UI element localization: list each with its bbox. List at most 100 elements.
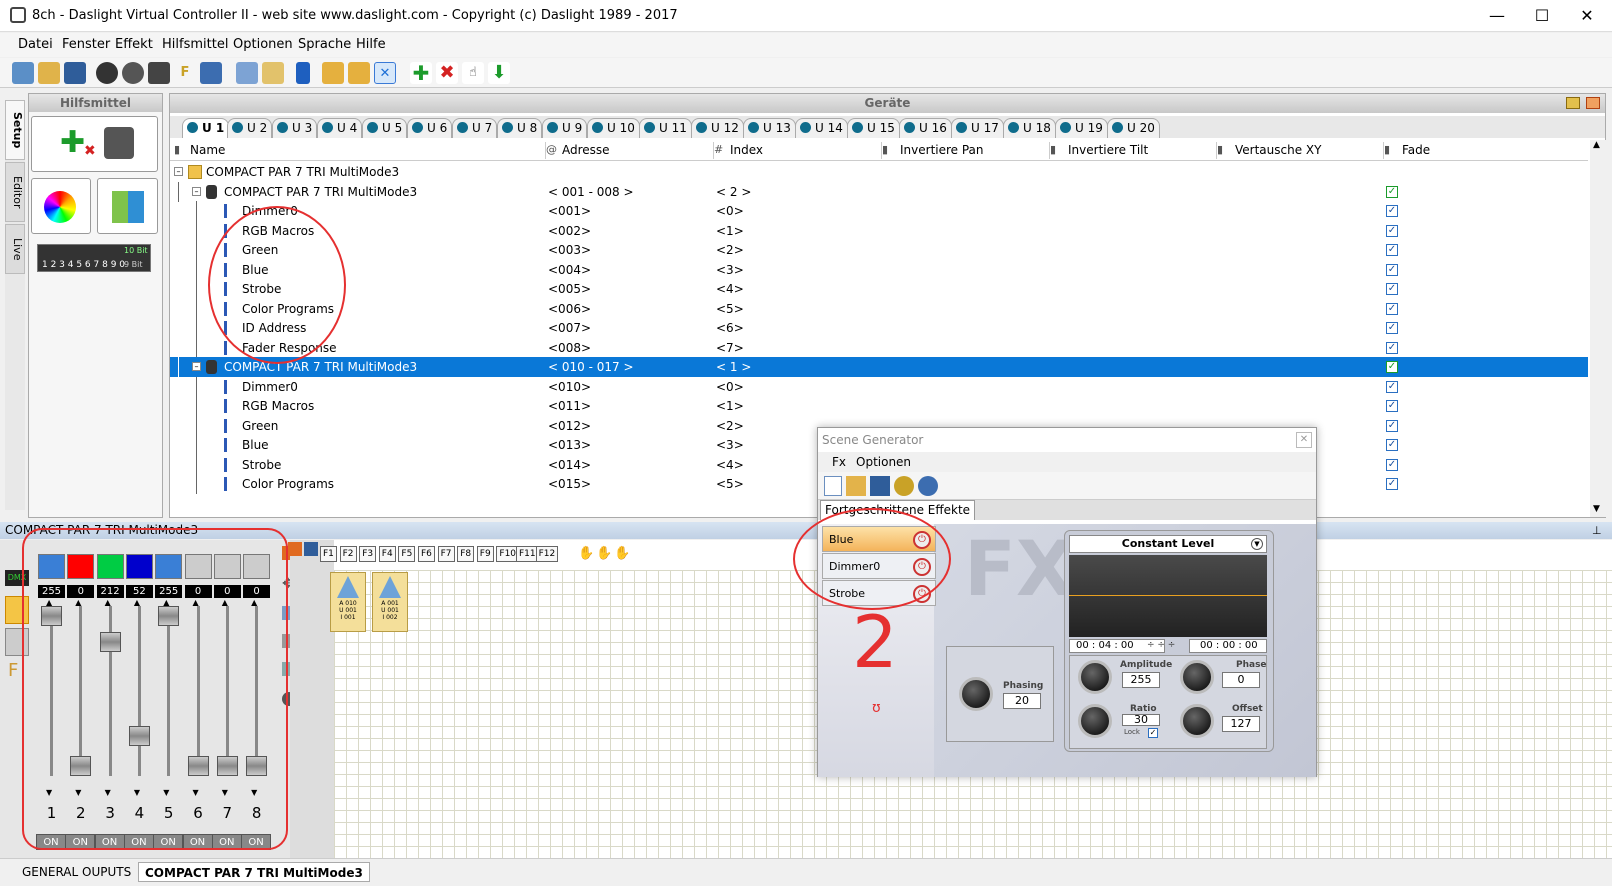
fixture-tool-button[interactable]: ✚ ✖ (31, 116, 158, 172)
save-icon[interactable] (64, 62, 86, 84)
universe-tab[interactable]: U 17 (951, 118, 1004, 138)
fx-icon[interactable]: F (174, 62, 196, 84)
download-icon[interactable] (348, 62, 370, 84)
column-header-6[interactable]: Fade (1402, 143, 1430, 157)
function-key[interactable]: F12 (535, 546, 559, 562)
amplitude-value[interactable]: 255 (1122, 672, 1160, 688)
universe-tab[interactable]: U 4 (317, 118, 363, 138)
menu-datei[interactable]: Datei (18, 37, 53, 52)
table-row[interactable]: Blue <004> <3> ✓ (170, 259, 1588, 280)
add-icon[interactable]: ✚ (410, 62, 432, 84)
table-row[interactable]: RGB Macros <002> <1> ✓ (170, 220, 1588, 241)
universe-tab[interactable]: U 14 (795, 118, 848, 138)
universe-tab[interactable]: U 2 (227, 118, 273, 138)
function-key[interactable]: F2 (339, 546, 357, 562)
column-header-3[interactable]: Invertiere Pan (900, 143, 984, 157)
hand-icon[interactable]: ☝ (462, 62, 484, 84)
universe-tab[interactable]: U 3 (272, 118, 318, 138)
menu-sprache[interactable]: Sprache (298, 37, 351, 52)
tiles-button[interactable] (97, 178, 158, 234)
fade-checkbox[interactable]: ✓ (1386, 419, 1398, 432)
layout-icon[interactable] (236, 62, 258, 84)
patch-icon[interactable]: ✕ (374, 62, 396, 84)
function-key[interactable]: F6 (418, 546, 435, 562)
universe-tab[interactable]: U 20 (1107, 118, 1160, 138)
tab-editor[interactable]: Editor (5, 162, 25, 222)
fade-checkbox[interactable]: ✓ (1386, 263, 1398, 276)
table-row[interactable]: Color Programs <006> <5> ✓ (170, 298, 1588, 319)
collapse-icon[interactable]: – (174, 167, 183, 176)
monitor-icon[interactable] (200, 62, 222, 84)
scene-generator-close-icon[interactable]: ✕ (1296, 432, 1312, 448)
phasing-value[interactable]: 20 (1003, 693, 1041, 709)
fade-checkbox[interactable]: ✓ (1386, 341, 1398, 354)
function-key[interactable]: F5 (398, 546, 416, 562)
minimize-button[interactable]: — (1477, 4, 1517, 28)
fade-checkbox[interactable]: ✓ (1386, 458, 1398, 471)
pin-icon[interactable]: ⊥ (1592, 522, 1602, 539)
scene-tile[interactable]: A 010 U 001 I 001 (330, 572, 366, 632)
universe-tab[interactable]: U 1 (182, 118, 230, 138)
sg-save-icon[interactable] (870, 476, 890, 496)
sg-menu-optionen[interactable]: Optionen (856, 452, 911, 472)
ratio-value[interactable]: 30 (1122, 714, 1160, 726)
function-key[interactable]: F3 (359, 546, 377, 562)
menu-effekt[interactable]: Effekt (115, 37, 153, 52)
menu-hilfe[interactable]: Hilfe (356, 37, 386, 52)
sg-new-icon[interactable] (824, 476, 842, 496)
collapse-icon[interactable]: – (192, 362, 201, 371)
universe-tab[interactable]: U 19 (1055, 118, 1108, 138)
tab-general-outputs[interactable]: GENERAL OUPUTS (16, 862, 137, 882)
offset-knob[interactable] (1180, 704, 1214, 738)
fade-checkbox[interactable]: ✓ (1386, 380, 1398, 393)
fade-checkbox[interactable]: ✓ (1386, 205, 1398, 217)
remove-universe-icon[interactable] (1586, 97, 1600, 109)
column-header-0[interactable]: Name (190, 143, 225, 157)
phasing-knob[interactable] (959, 677, 993, 711)
universe-tab[interactable]: U 13 (743, 118, 796, 138)
phase-knob[interactable] (1180, 660, 1214, 694)
table-row[interactable]: Dimmer0 <001> <0> ✓ (170, 201, 1588, 221)
fx-view-icon[interactable]: F (8, 660, 18, 681)
scroll-down-icon[interactable]: ▼ (1593, 504, 1600, 514)
delete-icon[interactable]: ✖ (436, 62, 458, 84)
table-row[interactable]: Fader Response <008> <7> ✓ (170, 337, 1588, 358)
sg-bulb-icon[interactable] (894, 476, 914, 496)
fade-checkbox[interactable]: ✓ (1386, 302, 1398, 315)
universe-tab[interactable]: U 12 (691, 118, 744, 138)
table-row[interactable]: ID Address <007> <6> ✓ (170, 318, 1588, 338)
function-key[interactable]: F4 (378, 546, 396, 562)
universe-tab[interactable]: U 9 (542, 118, 588, 138)
tab-live[interactable]: Live (5, 224, 25, 274)
universe-tab[interactable]: U 15 (847, 118, 900, 138)
sg-menu-fx[interactable]: Fx (832, 452, 846, 472)
universe-tab[interactable]: U 16 (899, 118, 952, 138)
offset-value[interactable]: 127 (1222, 716, 1260, 732)
column-header-1[interactable]: Adresse (562, 143, 610, 157)
amplitude-knob[interactable] (1078, 660, 1112, 694)
tab-fixture[interactable]: COMPACT PAR 7 TRI MultiMode3 (138, 862, 370, 882)
sg-open-icon[interactable] (846, 476, 866, 496)
fade-checkbox[interactable]: ✓ (1386, 322, 1398, 334)
fade-checkbox[interactable]: ✓ (1386, 361, 1398, 373)
function-key[interactable]: F7 (437, 546, 455, 562)
table-row[interactable]: Dimmer0 <010> <0> ✓ (170, 376, 1588, 397)
function-key[interactable]: F9 (476, 546, 494, 562)
lock-checkbox[interactable]: ✓ (1148, 728, 1158, 738)
menu-hilfsmittel[interactable]: Hilfsmittel (162, 37, 228, 52)
sg-settings-icon[interactable] (918, 476, 938, 496)
table-row[interactable]: RGB Macros <011> <1> ✓ (170, 396, 1588, 416)
column-header-4[interactable]: Invertiere Tilt (1068, 143, 1148, 157)
table-row[interactable]: – COMPACT PAR 7 TRI MultiMode3 < 001 - 008… (170, 181, 1588, 202)
scene-save-icon[interactable] (304, 542, 318, 556)
time-spinner-icon[interactable]: ÷ ÷ ÷ (1147, 639, 1187, 653)
add-universe-icon[interactable] (1566, 97, 1580, 109)
universe-tab[interactable]: U 18 (1003, 118, 1056, 138)
table-row[interactable]: – COMPACT PAR 7 TRI MultiMode3 < 010 - 017… (170, 357, 1588, 377)
fade-checkbox[interactable]: ✓ (1386, 400, 1398, 412)
vertical-scrollbar[interactable]: ▲ ▼ (1590, 140, 1606, 517)
phase-value[interactable]: 0 (1222, 672, 1260, 688)
column-header-2[interactable]: Index (730, 143, 763, 157)
table-row[interactable]: Green <003> <2> ✓ (170, 240, 1588, 260)
fade-checkbox[interactable]: ✓ (1386, 283, 1398, 295)
